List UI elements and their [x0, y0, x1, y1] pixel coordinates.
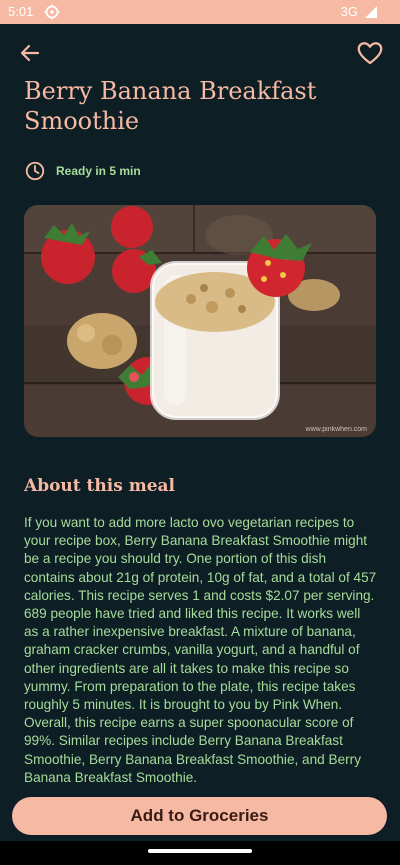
network-type: 3G — [340, 4, 358, 19]
about-heading: About this meal — [24, 476, 175, 496]
signal-icon — [365, 6, 377, 18]
recipe-title: Berry Banana Breakfast Smoothie — [24, 77, 317, 135]
smoothie-photo: www.pinkwhen.com — [24, 205, 376, 437]
status-time: 5:01 — [8, 4, 34, 19]
clock-icon — [25, 161, 45, 181]
favorite-button[interactable] — [355, 38, 385, 68]
image-credit: www.pinkwhen.com — [305, 426, 368, 433]
settings-icon — [44, 4, 60, 20]
ready-label: Ready in 5 min — [56, 164, 141, 178]
about-text: If you want to add more lacto ovo vegeta… — [24, 515, 377, 785]
navigation-bar — [0, 841, 400, 865]
ready-time: Ready in 5 min — [24, 159, 141, 183]
meal-image: www.pinkwhen.com — [24, 205, 376, 437]
add-to-groceries-button[interactable]: Add to Groceries — [12, 797, 387, 835]
heart-outline-icon — [357, 42, 383, 65]
status-bar: 5:01 3G — [0, 0, 400, 24]
arrow-left-icon — [20, 44, 40, 62]
back-button[interactable] — [15, 38, 45, 68]
home-gesture-handle[interactable] — [148, 849, 252, 853]
